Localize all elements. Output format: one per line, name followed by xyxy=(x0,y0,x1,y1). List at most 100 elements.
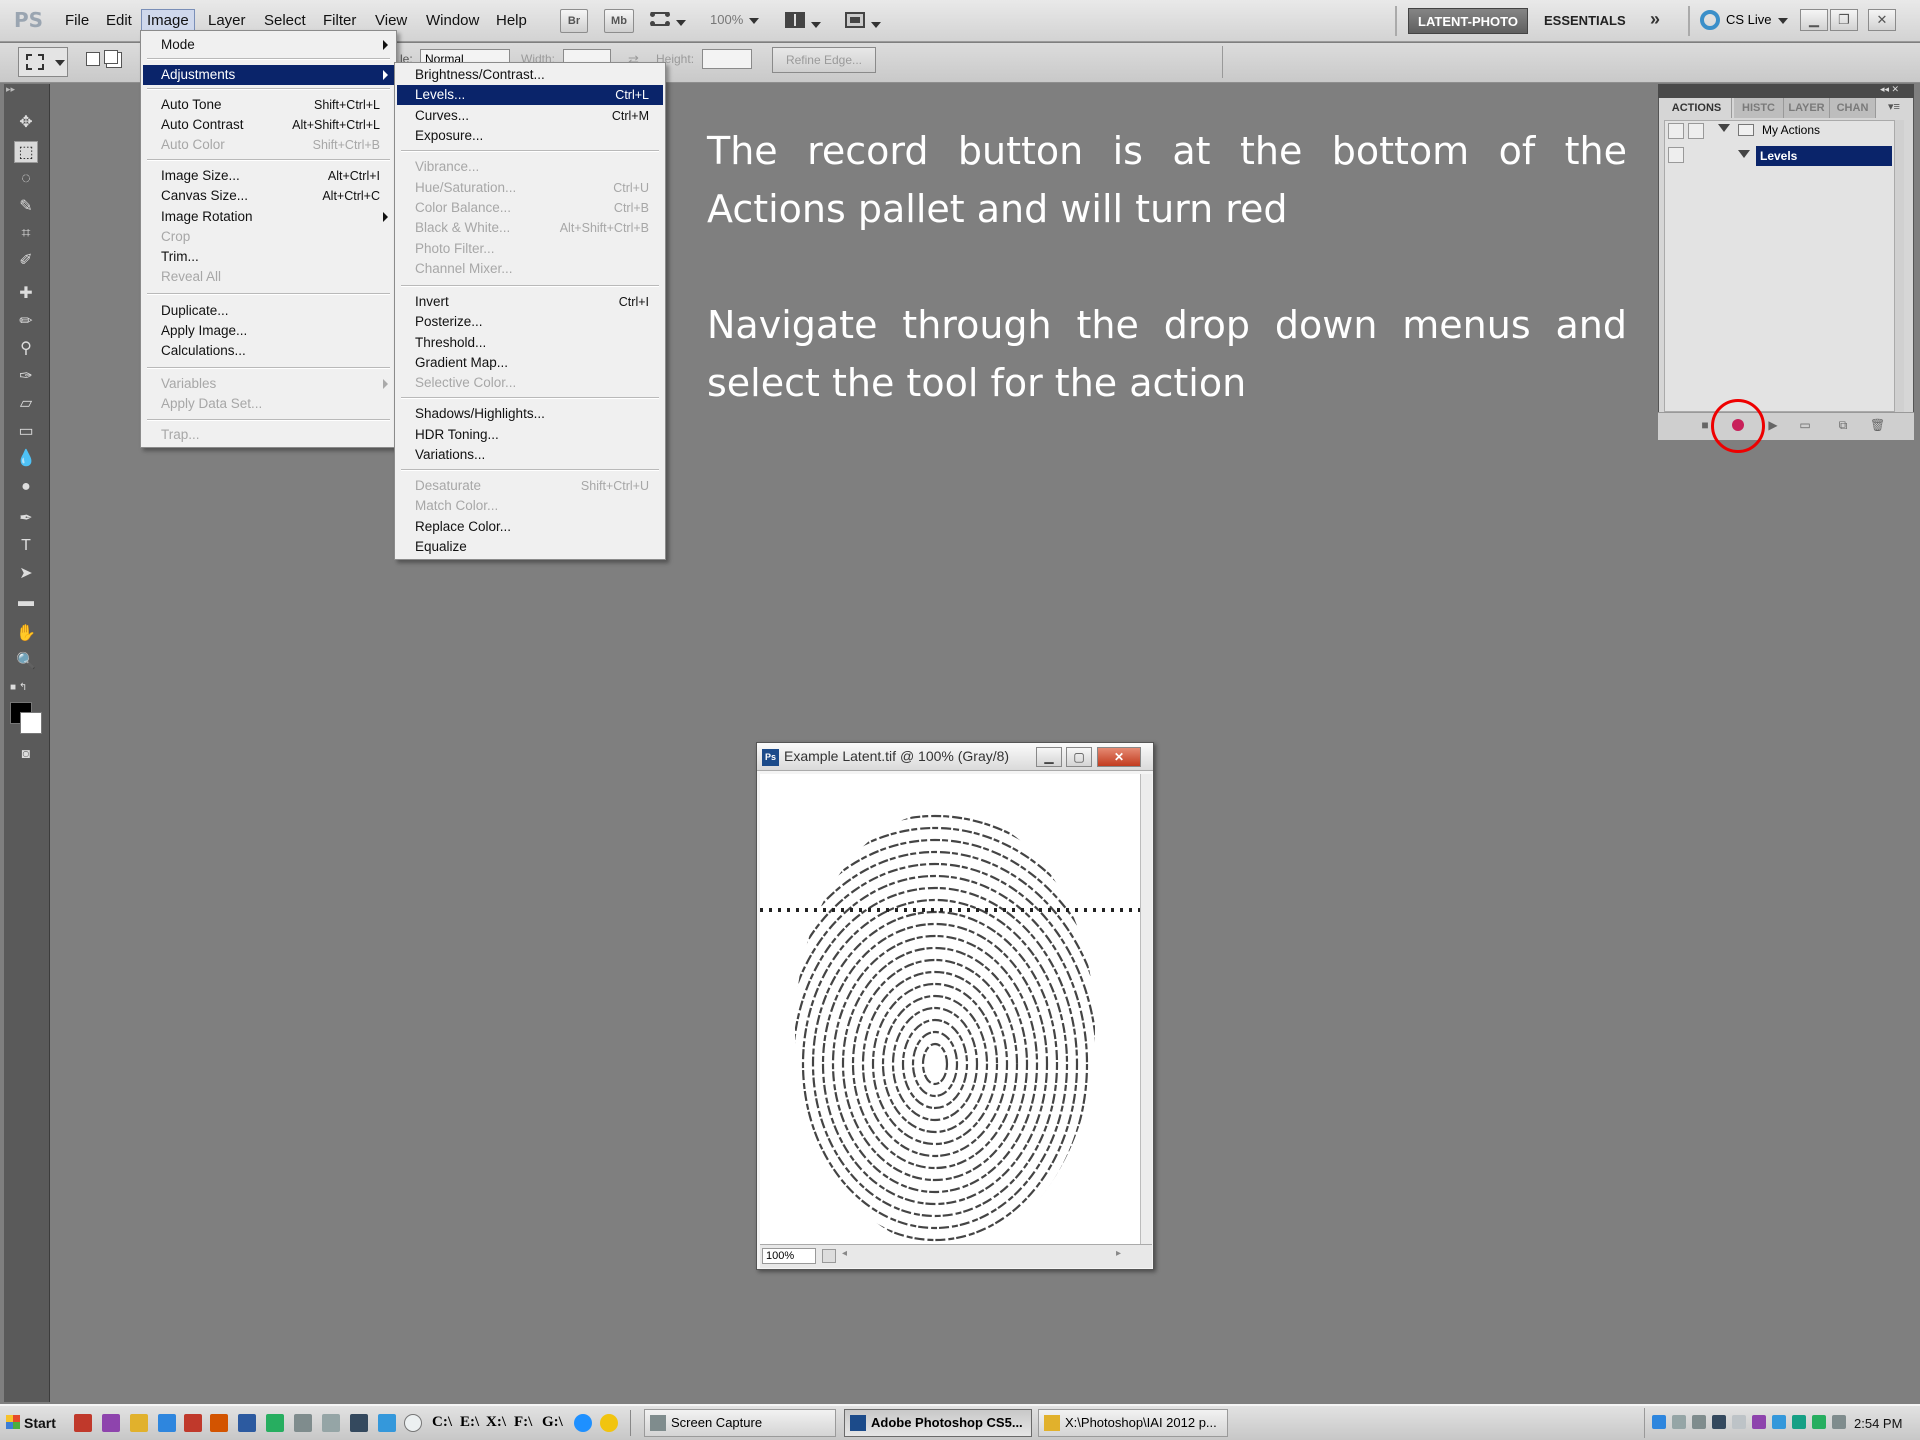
toggle-item-checkbox[interactable] xyxy=(1668,123,1684,139)
more-workspaces-button[interactable]: » xyxy=(1650,9,1660,30)
background-color-swatch[interactable] xyxy=(20,712,42,734)
tray-security-icon[interactable] xyxy=(1752,1415,1766,1429)
screen-mode-dropdown[interactable] xyxy=(845,12,885,30)
minimize-app-button[interactable]: ▁ xyxy=(1800,9,1828,31)
menu-item-mode[interactable]: Mode xyxy=(143,35,394,55)
acrobat-quicklaunch-icon[interactable] xyxy=(184,1414,202,1432)
expand-triangle-icon[interactable] xyxy=(1738,150,1750,158)
scanner-quicklaunch-icon[interactable] xyxy=(322,1414,340,1432)
close-app-button[interactable]: ✕ xyxy=(1868,9,1896,31)
action-levels[interactable]: Levels xyxy=(1756,146,1892,166)
mini-bridge-button[interactable]: Mb xyxy=(604,9,634,33)
refine-edge-button[interactable]: Refine Edge... xyxy=(772,47,876,73)
scroll-left-icon[interactable]: ◂ xyxy=(842,1248,847,1259)
tray-app-icon[interactable] xyxy=(1812,1415,1826,1429)
menu-item-canvas-size[interactable]: Canvas Size... Alt+Ctrl+C xyxy=(143,186,394,206)
menu-item-hdr-toning[interactable]: HDR Toning... xyxy=(397,425,663,445)
menu-item-duplicate[interactable]: Duplicate... xyxy=(143,301,394,321)
menu-select[interactable]: Select xyxy=(259,10,311,32)
new-set-icon[interactable]: ▭ xyxy=(1798,418,1812,432)
drive-e-shortcut[interactable]: E:\ xyxy=(460,1414,479,1431)
shape-tool-icon[interactable]: ▬ xyxy=(14,591,38,613)
clock-quicklaunch-icon[interactable] xyxy=(404,1414,422,1432)
view-extras-dropdown[interactable] xyxy=(650,12,690,30)
menu-item-auto-contrast[interactable]: Auto Contrast Alt+Shift+Ctrl+L xyxy=(143,115,394,135)
start-button[interactable]: Start xyxy=(4,1410,66,1436)
menu-item-exposure[interactable]: Exposure... xyxy=(397,126,663,146)
task-screen-capture[interactable]: Screen Capture xyxy=(644,1409,836,1437)
new-selection-icon[interactable] xyxy=(86,52,100,66)
document-zoom-field[interactable]: 100% xyxy=(762,1248,816,1264)
marquee-tool-icon[interactable]: ⬚ xyxy=(14,141,38,163)
menu-file[interactable]: File xyxy=(60,10,94,32)
restore-app-button[interactable]: ❐ xyxy=(1830,9,1858,31)
menu-item-curves[interactable]: Curves... Ctrl+M xyxy=(397,106,663,126)
menu-item-invert[interactable]: Invert Ctrl+I xyxy=(397,292,663,312)
hand-tool-icon[interactable]: ✋ xyxy=(14,623,38,645)
menu-item-equalize[interactable]: Equalize xyxy=(397,537,663,557)
path-selection-tool-icon[interactable]: ➤ xyxy=(14,563,38,585)
tool-preset-picker[interactable] xyxy=(18,47,68,77)
play-icon[interactable]: ▶ xyxy=(1766,418,1780,432)
toggle-item-checkbox[interactable] xyxy=(1668,147,1684,163)
eraser-tool-icon[interactable]: ▱ xyxy=(14,393,38,415)
excel-quicklaunch-icon[interactable] xyxy=(266,1414,284,1432)
zoom-level-dropdown[interactable]: 100% xyxy=(710,12,760,27)
doc-maximize-button[interactable]: ▢ xyxy=(1066,747,1092,767)
doc-close-button[interactable]: ✕ xyxy=(1097,747,1141,767)
taskbar-clock[interactable]: 2:54 PM xyxy=(1854,1416,1902,1431)
ie-quicklaunch-icon[interactable] xyxy=(574,1414,592,1432)
zoom-tool-icon[interactable]: 🔍 xyxy=(14,651,38,673)
tab-history[interactable]: HISTC xyxy=(1734,98,1784,118)
browser-quicklaunch-icon[interactable] xyxy=(158,1414,176,1432)
menu-window[interactable]: Window xyxy=(421,10,484,32)
tray-network-icon[interactable] xyxy=(1652,1415,1666,1429)
new-action-icon[interactable]: ⧉ xyxy=(1836,418,1850,432)
tray-update-icon[interactable] xyxy=(1792,1415,1806,1429)
quick-mask-icon[interactable]: ◙ xyxy=(14,742,38,764)
workspace-essentials-button[interactable]: ESSENTIALS xyxy=(1544,13,1626,28)
tray-printer-icon[interactable] xyxy=(1732,1415,1746,1429)
arrange-documents-dropdown[interactable] xyxy=(785,12,825,30)
brush-tool-icon[interactable]: ✏ xyxy=(14,311,38,333)
menu-item-levels[interactable]: Levels... Ctrl+L xyxy=(397,85,663,105)
menu-layer[interactable]: Layer xyxy=(203,10,251,32)
folder-quicklaunch-icon[interactable] xyxy=(130,1414,148,1432)
eyedropper-tool-icon[interactable]: ✐ xyxy=(14,250,38,272)
healing-brush-tool-icon[interactable]: ✚ xyxy=(14,283,38,305)
menu-edit[interactable]: Edit xyxy=(101,10,137,32)
history-brush-tool-icon[interactable]: ✑ xyxy=(14,366,38,388)
document-canvas[interactable] xyxy=(760,774,1140,1244)
task-explorer-folder[interactable]: X:\Photoshop\IAI 2012 p... xyxy=(1038,1409,1228,1437)
menu-item-image-rotation[interactable]: Image Rotation xyxy=(143,207,394,227)
menu-help[interactable]: Help xyxy=(491,10,532,32)
menu-item-image-size[interactable]: Image Size... Alt+Ctrl+I xyxy=(143,166,394,186)
tray-battery-icon[interactable] xyxy=(1832,1415,1846,1429)
status-info-icon[interactable] xyxy=(822,1249,836,1263)
blur-tool-icon[interactable]: 💧 xyxy=(14,448,38,470)
drive-f-shortcut[interactable]: F:\ xyxy=(514,1414,532,1431)
network-quicklaunch-icon[interactable] xyxy=(378,1414,396,1432)
messenger-quicklaunch-icon[interactable] xyxy=(600,1414,618,1432)
tab-layers[interactable]: LAYER xyxy=(1784,98,1830,118)
tray-sync-icon[interactable] xyxy=(1772,1415,1786,1429)
menu-item-auto-tone[interactable]: Auto Tone Shift+Ctrl+L xyxy=(143,95,394,115)
menu-filter[interactable]: Filter xyxy=(318,10,361,32)
menu-item-replace-color[interactable]: Replace Color... xyxy=(397,517,663,537)
tool-quicklaunch-icon[interactable] xyxy=(294,1414,312,1432)
menu-item-brightness-contrast[interactable]: Brightness/Contrast... xyxy=(397,65,663,85)
clone-stamp-tool-icon[interactable]: ⚲ xyxy=(14,338,38,360)
menu-item-gradient-map[interactable]: Gradient Map... xyxy=(397,353,663,373)
scroll-right-icon[interactable]: ▸ xyxy=(1116,1248,1121,1259)
cs-live-dropdown[interactable]: CS Live xyxy=(1726,12,1788,27)
panel-menu-icon[interactable]: ▾≡ xyxy=(1888,100,1900,113)
panel-collapse-icon[interactable]: ◂◂ ✕ xyxy=(1880,84,1899,95)
menu-item-variations[interactable]: Variations... xyxy=(397,445,663,465)
menu-item-posterize[interactable]: Posterize... xyxy=(397,312,663,332)
menu-item-apply-image[interactable]: Apply Image... xyxy=(143,321,394,341)
word-quicklaunch-icon[interactable] xyxy=(238,1414,256,1432)
workspace-latent-photo-button[interactable]: LATENT-PHOTO xyxy=(1408,8,1528,34)
doc-minimize-button[interactable]: ▁ xyxy=(1036,747,1062,767)
tray-volume-icon[interactable] xyxy=(1692,1415,1706,1429)
expand-triangle-icon[interactable] xyxy=(1718,124,1730,132)
